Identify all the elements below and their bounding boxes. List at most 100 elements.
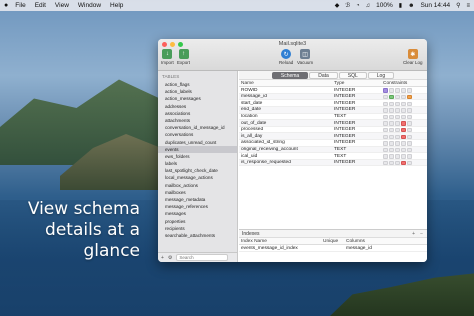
constraint-checkbox[interactable] [383,94,388,100]
sidebar-item-action-flags[interactable]: action_flags [158,81,237,88]
constraint-checkbox[interactable] [407,101,412,106]
menu-file[interactable]: File [15,2,25,9]
column-header-constraints[interactable]: Constraints [381,80,427,88]
table-row[interactable]: start_date INTEGER [239,99,427,108]
constraint-checkbox[interactable] [389,121,394,126]
sidebar-item-ews-folders[interactable]: ews_folders [158,153,237,160]
import-button[interactable]: ↓ Import [161,49,174,65]
constraint-checkbox[interactable] [389,101,394,106]
constraint-checkbox[interactable] [401,121,406,126]
constraint-checkbox[interactable] [389,88,394,93]
constraint-checkbox[interactable] [395,114,400,119]
menu-view[interactable]: View [55,2,69,9]
constraint-checkbox[interactable] [401,147,406,152]
table-row[interactable]: events_message_id_index message_id [239,244,427,252]
sidebar-item-last-spotlight-check-date[interactable]: last_spotlight_check_date [158,167,237,174]
index-header-name[interactable]: Index Name [239,238,321,246]
sidebar-item-events[interactable]: events [158,145,237,153]
constraint-checkbox[interactable] [407,108,412,113]
constraint-checkbox[interactable] [383,154,388,159]
reload-button[interactable]: ↻ Reload [279,49,293,65]
sidebar-item-mailbox-actions[interactable]: mailbox_actions [158,182,237,189]
constraint-checkbox[interactable] [401,127,406,133]
menu-window[interactable]: Window [78,2,101,9]
constraint-checkbox[interactable] [383,121,388,126]
constraint-checkbox[interactable] [383,147,388,152]
sidebar-item-messages[interactable]: messages [158,210,237,217]
gear-icon[interactable]: ⚙ [168,255,172,261]
constraint-checkbox[interactable] [407,114,412,119]
constraint-checkbox[interactable] [389,147,394,152]
sidebar-item-action-messages[interactable]: action_messages [158,95,237,102]
constraint-checkbox[interactable] [407,121,412,126]
constraint-checkbox[interactable] [395,94,400,100]
constraint-checkbox[interactable] [395,160,400,165]
constraint-checkbox[interactable] [407,141,412,146]
sidebar-item-addresses[interactable]: addresses [158,103,237,110]
menu-edit[interactable]: Edit [35,2,46,9]
sidebar-item-mailboxes[interactable]: mailboxes [158,189,237,196]
clear-log-button[interactable]: ✱ Clear Log [403,49,423,65]
constraint-checkbox[interactable] [407,154,412,159]
constraint-checkbox[interactable] [401,134,406,139]
sidebar-item-action-labels[interactable]: action_labels [158,88,237,95]
remove-index-icon[interactable]: − [420,231,423,237]
constraint-checkbox[interactable] [389,114,394,119]
user-icon[interactable]: ☻ [408,3,414,9]
tab-log[interactable]: Log [367,72,395,79]
sidebar-item-searchable-attachments[interactable]: searchable_attachments [158,232,237,239]
table-row[interactable]: processed INTEGER [239,126,427,134]
constraint-checkbox[interactable] [407,127,412,133]
constraint-checkbox[interactable] [401,160,406,165]
control-center-icon[interactable]: ≡ [466,3,470,9]
sidebar-item-message-metadata[interactable]: message_metadata [158,196,237,203]
table-row[interactable]: ical_uid TEXT [239,152,427,160]
sidebar-item-conversation-id-message-id[interactable]: conversation_id_message_id [158,124,237,131]
vacuum-button[interactable]: ◫ Vacuum [297,49,313,65]
constraint-checkbox[interactable] [383,134,388,139]
wifi-icon[interactable]: ◔ [356,3,360,9]
apple-menu-icon[interactable]: ● [4,2,8,9]
constraint-checkbox[interactable] [401,108,406,113]
constraint-checkbox[interactable] [389,94,394,100]
constraint-checkbox[interactable] [389,154,394,159]
tab-data[interactable]: Data [309,72,338,79]
sidebar-item-properties[interactable]: properties [158,218,237,225]
sidebar-item-message-references[interactable]: message_references [158,203,237,210]
constraint-checkbox[interactable] [395,88,400,93]
constraint-checkbox[interactable] [401,141,406,146]
constraint-checkbox[interactable] [395,121,400,126]
constraint-checkbox[interactable] [407,94,412,100]
sidebar-item-associations[interactable]: associations [158,110,237,117]
table-row[interactable]: out_of_date INTEGER [239,119,427,127]
tab-schema[interactable]: Schema [271,72,309,79]
table-row[interactable]: original_receiving_account TEXT [239,146,427,154]
constraint-checkbox[interactable] [383,101,388,106]
constraint-checkbox[interactable] [401,114,406,119]
bluetooth-icon[interactable]: ℬ [345,2,350,9]
constraint-checkbox[interactable] [389,141,394,146]
constraint-checkbox[interactable] [401,101,406,106]
volume-icon[interactable]: ♫ [366,3,371,9]
constraint-checkbox[interactable] [395,108,400,113]
table-row[interactable]: ROWID INTEGER [239,86,427,94]
sidebar-item-duplicates-unread-count[interactable]: duplicates_unread_count [158,139,237,146]
constraint-checkbox[interactable] [383,88,388,93]
sidebar-item-conversations[interactable]: conversations [158,131,237,138]
table-row[interactable]: location TEXT [239,113,427,121]
sidebar-item-attachments[interactable]: attachments [158,117,237,124]
table-row[interactable]: is_all_day INTEGER [239,132,427,141]
index-header-unique[interactable]: Unique [321,238,344,246]
constraint-checkbox[interactable] [389,134,394,139]
battery-icon[interactable]: ▮ [399,2,402,9]
sidebar-item-local-message-actions[interactable]: local_message_actions [158,174,237,181]
dropbox-icon[interactable]: ◆ [335,2,340,9]
constraint-checkbox[interactable] [395,134,400,139]
sidebar-search-input[interactable] [176,254,229,261]
add-index-icon[interactable]: + [412,231,415,237]
constraint-checkbox[interactable] [395,127,400,133]
constraint-checkbox[interactable] [401,94,406,100]
constraint-checkbox[interactable] [389,160,394,165]
search-icon[interactable]: ⚲ [456,2,460,9]
menu-help[interactable]: Help [110,2,123,9]
